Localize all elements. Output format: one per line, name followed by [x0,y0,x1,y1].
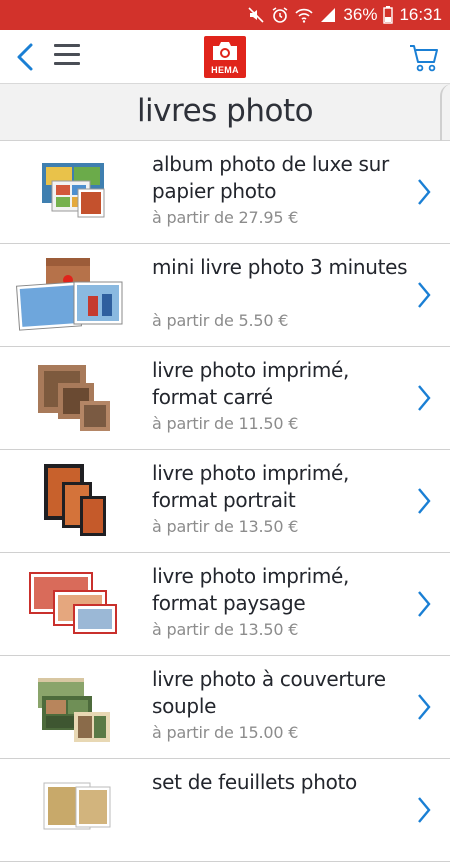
product-thumbnail [16,258,123,331]
product-thumbnail [29,572,117,634]
product-price: à partir de 13.50 € [152,517,299,536]
list-item[interactable]: livre photo imprimé, format carré à part… [0,347,450,450]
product-name: livre photo imprimé, format paysage [152,564,350,615]
page-title-bar: livres photo [0,84,450,141]
shopping-cart-icon[interactable] [408,40,440,74]
product-price: à partir de 13.50 € [152,620,299,639]
clock: 16:31 [399,5,442,24]
product-price: à partir de 27.95 € [152,208,299,227]
page-title: livres photo [136,93,314,129]
chevron-right-icon [418,591,431,617]
status-icons: 36% 16:31 [247,0,442,30]
alarm-icon [273,7,288,23]
list-item[interactable]: album photo de luxe sur papier photo à p… [0,141,450,244]
wifi-icon [295,8,314,23]
status-bar: 36% 16:31 [0,0,450,30]
mute-icon [248,7,264,23]
chevron-right-icon [418,488,431,514]
product-price: à partir de 15.00 € [152,723,299,742]
product-thumbnail [42,163,105,218]
product-thumbnail [43,782,111,830]
product-thumbnail [38,365,110,431]
signal-icon [321,8,336,22]
list-item[interactable]: livre photo imprimé, format portrait à p… [0,450,450,553]
chevron-right-icon [418,179,431,205]
back-arrow-icon[interactable] [10,40,42,74]
list-item[interactable]: set de feuillets photo [0,759,450,862]
product-price: à partir de 5.50 € [152,311,289,330]
list-item[interactable]: livre photo imprimé, format paysage à pa… [0,553,450,656]
product-name: set de feuillets photo [152,770,357,794]
app-bar: HEMA [0,30,450,84]
hema-logo[interactable]: HEMA [204,36,246,78]
product-name: livre photo à couverture souple [152,667,386,718]
hamburger-menu-icon[interactable] [54,44,80,68]
chevron-right-icon [418,282,431,308]
chevron-right-icon [418,385,431,411]
product-thumbnail [38,678,110,742]
battery-icon [383,6,394,24]
logo-text: HEMA [211,65,239,75]
battery-percent: 36% [343,5,378,24]
list-item[interactable]: mini livre photo 3 minutes à partir de 5… [0,244,450,347]
product-price: à partir de 11.50 € [152,414,299,433]
product-name: livre photo imprimé, format carré [152,358,350,409]
product-list: album photo de luxe sur papier photo à p… [0,141,450,862]
camera-logo-icon [213,42,237,60]
product-thumbnail [44,464,106,536]
product-name: album photo de luxe sur papier photo [152,152,389,203]
product-name: mini livre photo 3 minutes [152,255,408,279]
list-item[interactable]: livre photo à couverture souple à partir… [0,656,450,759]
product-name: livre photo imprimé, format portrait [152,461,350,512]
chevron-right-icon [418,694,431,720]
